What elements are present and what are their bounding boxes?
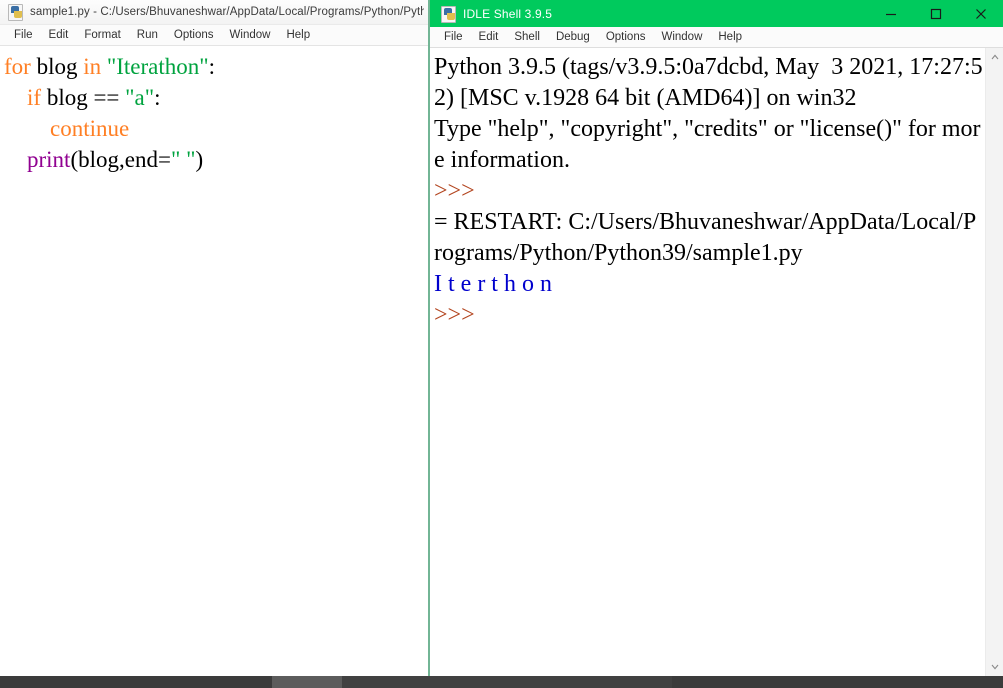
code-token-str: "Iterathon" [106,54,209,79]
shell-line-prompt: >>> [434,178,481,204]
close-button[interactable] [958,0,1003,27]
python-shell-icon [441,5,457,23]
code-token-plain: : [154,85,161,110]
code-line: for blog in "Iterathon": [4,51,426,82]
code-token-plain: blog [30,54,84,79]
taskbar-segment-left [0,676,272,688]
code-line: if blog == "a": [4,82,426,113]
idle-editor-window[interactable]: sample1.py - C:/Users/Bhuvaneshwar/AppDa… [0,0,430,676]
shell-text-container[interactable]: Python 3.9.5 (tags/v3.9.5:0a7dcbd, May 3… [430,48,985,676]
code-token-str: " " [170,147,196,172]
code-token-kw: in [83,54,102,79]
code-token-builtin: print [27,147,71,172]
editor-menu-file[interactable]: File [6,28,41,42]
code-container[interactable]: for blog in "Iterathon": if blog == "a":… [4,51,426,175]
shell-line-out: I t e r t h o n [434,271,558,297]
idle-shell-window[interactable]: IDLE Shell 3.9.5 File Edit Shell Debug O… [430,0,1003,676]
shell-scrollbar[interactable] [985,48,1003,676]
scrollbar-up-button[interactable] [986,48,1003,66]
shell-menu-edit[interactable]: Edit [471,30,507,44]
shell-line-prompt: >>> [434,302,481,328]
shell-menubar[interactable]: File Edit Shell Debug Options Window Hel… [430,27,1003,48]
taskbar-segment-mid [342,676,672,688]
taskbar[interactable] [0,676,1003,688]
chevron-up-icon [991,54,999,60]
shell-title-text: IDLE Shell 3.9.5 [463,6,553,21]
code-line: continue [4,113,426,144]
minimize-icon [885,13,896,15]
shell-line-std: = RESTART: C:/Users/Bhuvaneshwar/AppData… [434,209,977,266]
shell-menu-help[interactable]: Help [710,30,750,44]
shell-output-area[interactable]: Python 3.9.5 (tags/v3.9.5:0a7dcbd, May 3… [430,48,1003,676]
python-file-icon [8,4,24,21]
code-token-kw: continue [50,116,130,141]
editor-menu-edit[interactable]: Edit [41,28,77,42]
editor-titlebar[interactable]: sample1.py - C:/Users/Bhuvaneshwar/AppDa… [0,0,428,25]
scrollbar-down-button[interactable] [986,658,1003,676]
code-token-kw: for [4,54,31,79]
desktop-screen: sample1.py - C:/Users/Bhuvaneshwar/AppDa… [0,0,1003,688]
shell-menu-debug[interactable]: Debug [548,30,598,44]
close-icon [975,8,986,19]
shell-line-std: Python 3.9.5 (tags/v3.9.5:0a7dcbd, May 3… [434,54,983,111]
editor-title-text: sample1.py - C:/Users/Bhuvaneshwar/AppDa… [30,6,424,18]
shell-menu-window[interactable]: Window [653,30,710,44]
editor-menu-window[interactable]: Window [222,28,279,42]
code-token-plain: blog == [41,85,126,110]
code-token-kw: if [27,85,42,110]
code-token-plain: (blog,end= [70,147,171,172]
editor-menu-run[interactable]: Run [129,28,166,42]
maximize-button[interactable] [913,0,958,27]
code-token-str: "a" [125,85,155,110]
shell-line-std: Type "help", "copyright", "credits" or "… [434,116,981,173]
editor-code-area[interactable]: for blog in "Iterathon": if blog == "a":… [0,47,426,676]
minimize-button[interactable] [868,0,913,27]
editor-menubar[interactable]: File Edit Format Run Options Window Help [0,25,428,46]
shell-titlebar[interactable]: IDLE Shell 3.9.5 [430,0,1003,27]
editor-menu-options[interactable]: Options [166,28,222,42]
editor-menu-help[interactable]: Help [278,28,318,42]
editor-menu-format[interactable]: Format [76,28,128,42]
maximize-icon [930,8,941,19]
code-line: print(blog,end=" ") [4,144,426,175]
code-token-plain: : [208,54,216,79]
shell-window-controls[interactable] [868,0,1003,27]
chevron-down-icon [991,664,999,670]
taskbar-active-item[interactable] [272,676,342,688]
taskbar-segment-right [672,676,1003,688]
shell-menu-file[interactable]: File [436,30,471,44]
shell-menu-options[interactable]: Options [598,30,654,44]
shell-menu-shell[interactable]: Shell [506,30,548,44]
code-token-plain: ) [195,147,204,172]
